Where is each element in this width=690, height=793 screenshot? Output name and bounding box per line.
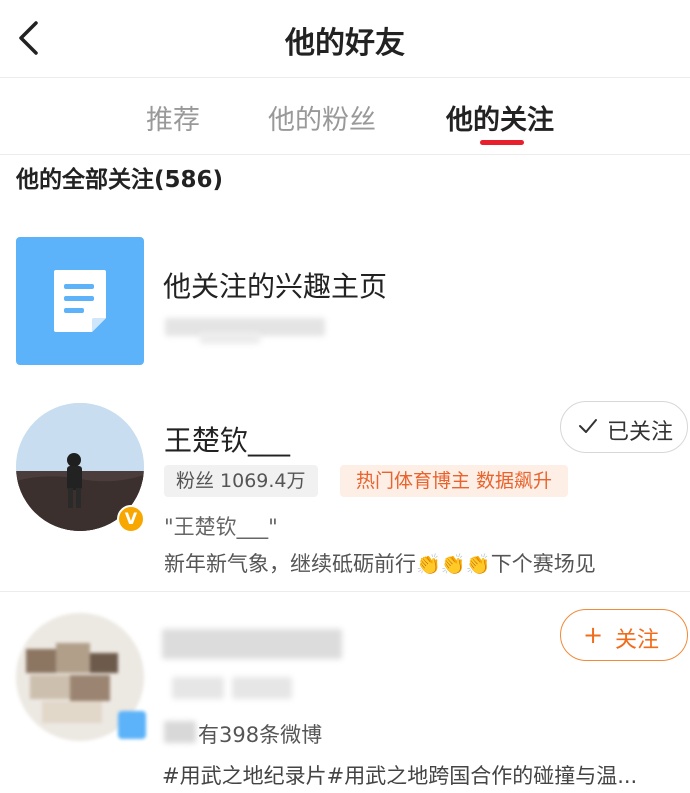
blurred-prefix [164,721,196,743]
follow-button[interactable]: + 关注 [560,609,688,661]
user-name[interactable]: 王楚钦___ [164,419,290,459]
blurred-subtitle-2 [200,332,260,344]
active-tab-indicator [480,140,524,145]
followed-button[interactable]: 已关注 [560,401,688,453]
header: 他的好友 [0,0,690,78]
fans-count-tag: 粉丝 1069.4万 [164,465,318,497]
blurred-user-name [162,629,342,659]
user-row[interactable]: + 关注 有398条微博 #用武之地纪录片#用武之地跨国合作的碰撞与温... [0,593,690,793]
clap-emoji-icon: 👏 [465,552,491,576]
tab-bar: 推荐 他的粉丝 他的关注 [0,78,690,155]
tab-his-following[interactable]: 他的关注 [446,98,554,137]
interest-page-title: 他关注的兴趣主页 [163,270,388,303]
hot-blogger-tag: 热门体育博主 数据飙升 [340,465,569,497]
page-title: 他的好友 [285,26,405,61]
user-row[interactable]: V 王楚钦___ 已关注 粉丝 1069.4万 热门体育博主 数据飙升 "王楚钦… [0,395,690,592]
tab-recommend[interactable]: 推荐 [146,98,200,137]
check-icon [579,419,597,433]
clap-emoji-icon: 👏 [440,552,466,576]
user-bio: 新年新气象，继续砥砺前行👏👏👏下个赛场见 [164,548,596,578]
document-icon [16,237,144,365]
follow-button-label: 关注 [615,628,660,653]
user-quote: "王楚钦___" [164,515,278,539]
followed-button-label: 已关注 [607,420,674,445]
blurred-tag-2 [232,677,292,699]
plus-icon: + [583,621,604,649]
verified-badge-icon [118,711,146,739]
verified-badge-icon: V [117,505,145,533]
section-title: 他的全部关注(586) [16,167,224,193]
bio-suffix: 下个赛场见 [490,552,596,576]
post-count: 有398条微博 [198,723,323,747]
clap-emoji-icon: 👏 [416,552,441,576]
tab-his-fans[interactable]: 他的粉丝 [268,98,376,137]
bio-text: 新年新气象，继续砥砺前行 [164,552,416,576]
interest-page-row[interactable]: 他关注的兴趣主页 [0,220,690,380]
latest-post-tags: #用武之地纪录片#用武之地跨国合作的碰撞与温... [162,764,638,788]
blurred-tag [172,677,224,699]
